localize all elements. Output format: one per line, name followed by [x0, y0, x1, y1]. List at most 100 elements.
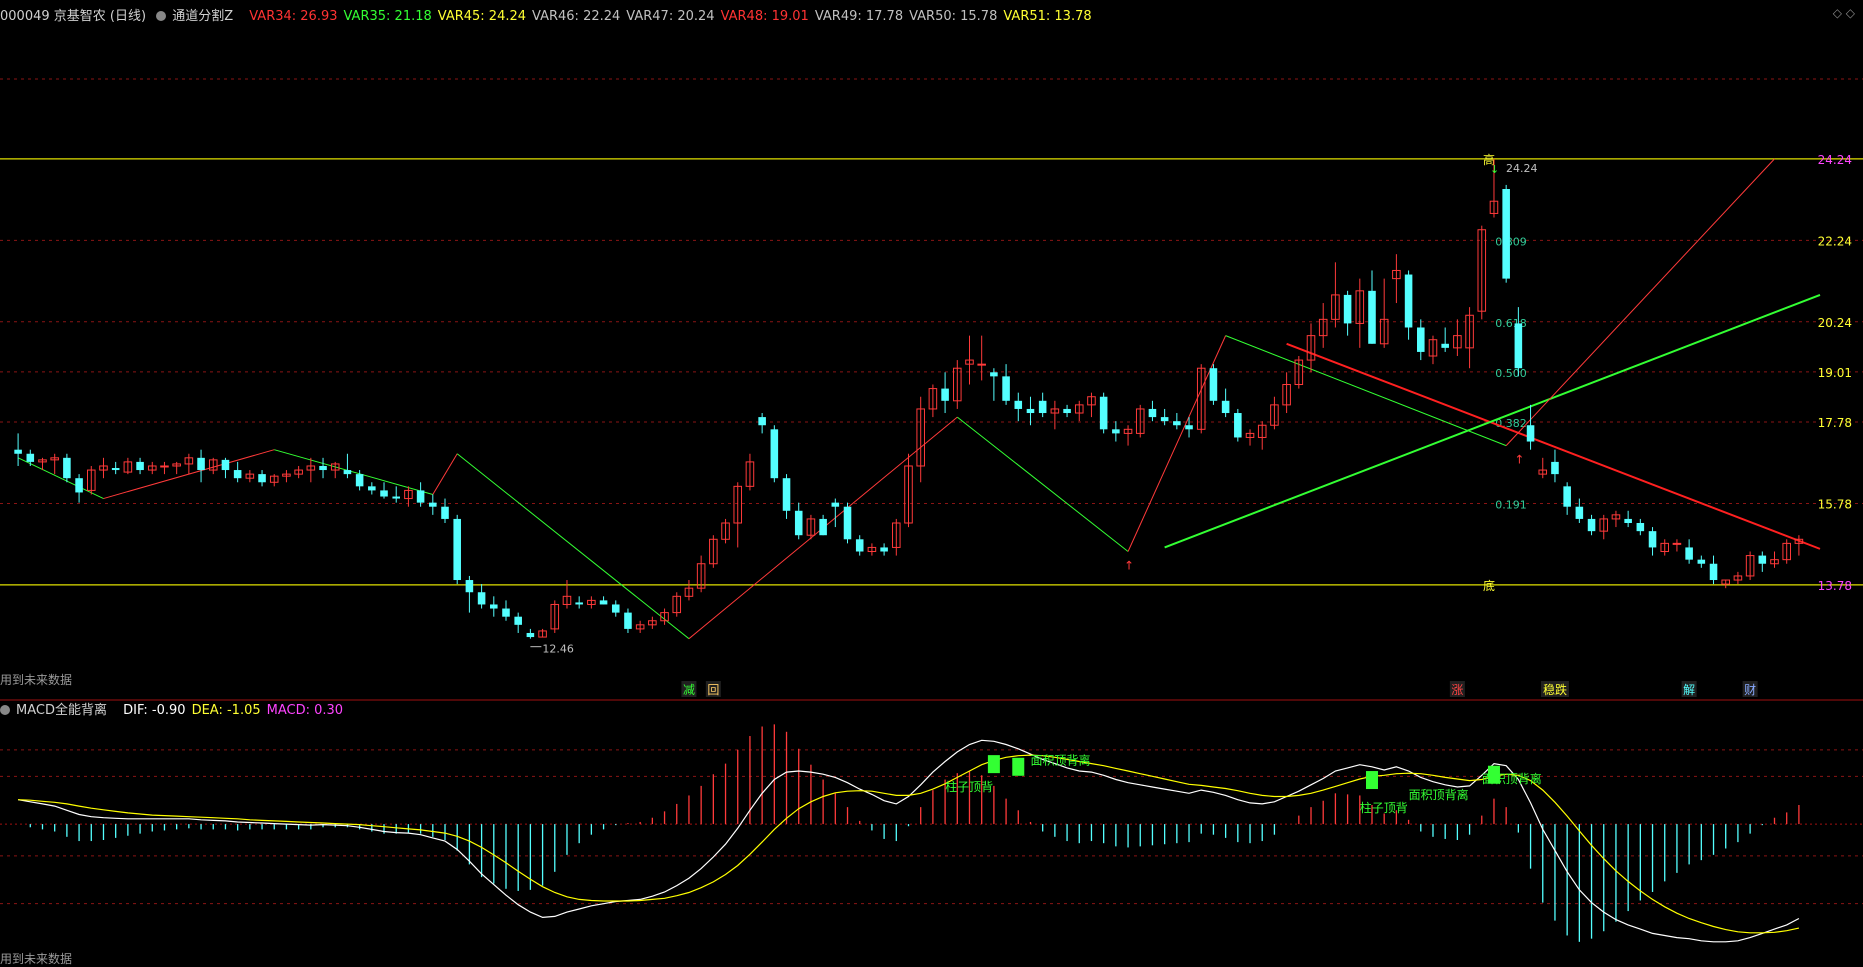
candle-down [429, 502, 437, 507]
candle-down [1526, 425, 1535, 442]
candle-down [111, 468, 120, 471]
zigzag-segment [274, 449, 433, 495]
candle-down [1441, 343, 1449, 348]
candle-down [1099, 396, 1108, 430]
signal-label: 财 [1744, 683, 1756, 697]
candle-down [1551, 461, 1559, 475]
candle-down [941, 388, 949, 401]
candle-down [416, 490, 425, 503]
candle-down [782, 478, 791, 511]
fib-label: 0.809 [1495, 235, 1527, 248]
diamond-menu-icon[interactable]: ◇ ◇ [1833, 6, 1855, 20]
var-var45: VAR45: 24.24 [437, 9, 527, 24]
axis-tick-label: 13.78 [1818, 579, 1852, 593]
signal-label: 回 [707, 683, 719, 697]
candle-down [843, 506, 852, 540]
macd-var-macd: MACD: 0.30 [266, 703, 344, 718]
up-arrow-icon: ↑ [1514, 453, 1524, 467]
macd-title[interactable]: MACD全能背离 [0, 703, 113, 718]
candle-down [63, 457, 71, 479]
divergence-label: 面积顶背离 [1409, 787, 1469, 802]
signal-label: 减 [683, 683, 695, 697]
axis-tick-label: 20.24 [1818, 316, 1852, 330]
macd-header: MACD全能背离 DIF: -0.90 DEA: -1.05 MACD: 0.30 [0, 699, 355, 718]
candle-down [75, 478, 83, 493]
candle-down [26, 453, 35, 462]
candle-down [1417, 327, 1425, 352]
candle-down [611, 604, 620, 613]
candle-down [1160, 417, 1169, 422]
divergence-label: 面积顶背离 [1030, 752, 1090, 767]
candle-down [1234, 413, 1242, 438]
divergence-label: 柱子顶背 [1360, 800, 1408, 815]
candle-down [758, 417, 766, 426]
zigzag-segment [1127, 335, 1227, 552]
candle-down [1014, 400, 1023, 409]
candle-down [1368, 290, 1376, 344]
candle-down [526, 632, 535, 638]
candle-down [1148, 408, 1157, 418]
candle-down [1343, 294, 1352, 324]
candle-up [160, 465, 169, 468]
divergence-marker [987, 755, 1000, 774]
high-price-tag: 24.24 [1506, 162, 1538, 175]
macd-var-dea: DEA: -1.05 [191, 703, 261, 718]
var-var46: VAR46: 22.24 [532, 9, 621, 24]
dif-line [17, 739, 1800, 943]
signal-label: 稳跌 [1543, 682, 1567, 697]
candle-down [1404, 274, 1413, 328]
divergence-marker [1012, 757, 1025, 776]
var-var50: VAR50: 15.78 [909, 9, 998, 24]
candle-down [1026, 408, 1035, 414]
candle-down [453, 518, 461, 581]
candle-down [1185, 425, 1193, 430]
candle-down [441, 506, 449, 519]
var-var35: VAR35: 21.18 [343, 9, 432, 24]
candle-down [1209, 368, 1218, 401]
lower-channel-line [1164, 293, 1821, 549]
candle-down [1173, 421, 1181, 426]
settings-dot-icon[interactable] [0, 705, 10, 715]
divergence-marker [1487, 765, 1500, 784]
candle-down [575, 602, 583, 605]
candle-up [1672, 542, 1682, 545]
candle-down [258, 474, 266, 483]
macd-var-dif: DIF: -0.90 [123, 703, 186, 718]
candle-down [794, 510, 803, 536]
candle-down [1112, 429, 1120, 434]
candle-down [514, 616, 522, 625]
candle-down [1221, 400, 1230, 414]
signal-label: 解 [1683, 683, 1695, 697]
candle-down [1038, 400, 1047, 414]
candle-down [368, 486, 376, 491]
candle-down [1685, 547, 1693, 560]
low-price-tag: 12.46 [542, 643, 574, 656]
candle-down [355, 474, 364, 487]
zigzag-segment [1505, 158, 1775, 446]
axis-tick-label: 19.01 [1818, 366, 1852, 380]
axis-tick-label: 17.78 [1818, 416, 1852, 430]
signal-label: 涨 [1451, 682, 1463, 697]
candle-down [490, 604, 498, 609]
var-var48: VAR48: 19.01 [720, 9, 809, 24]
stock-code-name[interactable]: 000049 京基智农 (日线) [0, 9, 146, 24]
var-var47: VAR47: 20.24 [626, 9, 715, 24]
candle-down [831, 502, 840, 507]
future-data-note-macd: 用到未来数据 [0, 952, 73, 966]
candle-down [855, 539, 864, 552]
candle-down [1697, 559, 1706, 564]
candle-down [233, 470, 242, 479]
main-chart-header: 000049 京基智农 (日线) 通道分割Z VAR34: 26.93 VAR35… [0, 5, 1104, 24]
future-data-note: 用到未来数据 [0, 673, 73, 687]
candle-down [880, 547, 888, 552]
candle-down [1636, 523, 1645, 532]
candle-down [819, 518, 827, 536]
indicator-values: VAR34: 26.93 VAR35: 21.18 VAR45: 24.24 VAR4… [249, 9, 1097, 24]
axis-tick-label: 15.78 [1818, 497, 1852, 511]
zigzag-segment [1225, 335, 1507, 447]
down-arrow-icon: ↓ [1490, 163, 1499, 176]
chart-canvas[interactable]: 24.2422.2420.2419.0117.7815.7813.78高底0.8… [0, 0, 1863, 966]
up-arrow-icon: ↑ [1124, 559, 1134, 573]
settings-dot-icon[interactable] [156, 11, 167, 21]
indicator-name[interactable]: 通道分割Z [156, 9, 239, 24]
